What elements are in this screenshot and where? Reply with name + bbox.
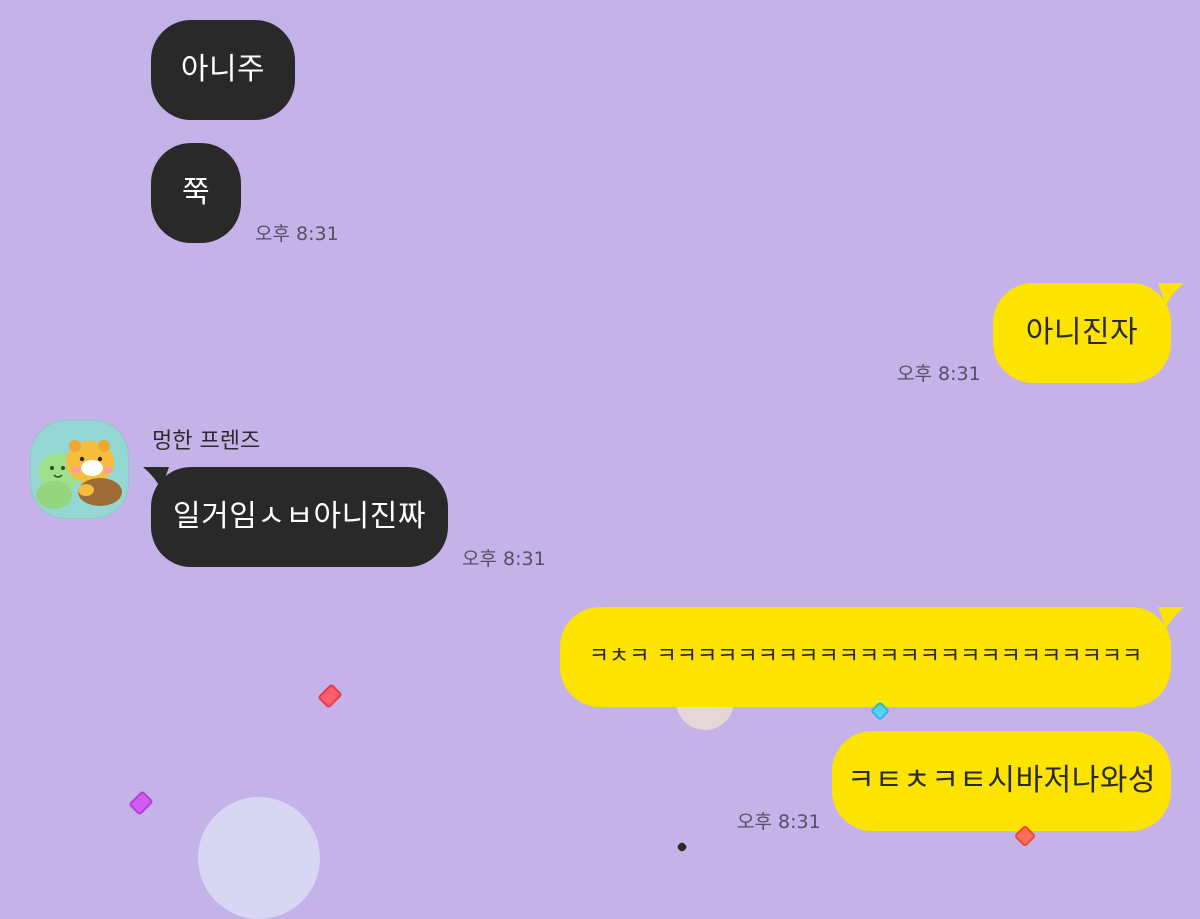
- confetti-piece: [128, 790, 154, 816]
- message-bubble-received[interactable]: 일거임ㅅㅂ아니진짜: [151, 467, 448, 567]
- message-text: 쭉: [181, 175, 211, 210]
- message-bubble-sent[interactable]: ㅋㅌㅊㅋㅌ시바저나와성: [832, 731, 1171, 831]
- effect-bubble: [198, 797, 320, 919]
- message-text: ㅋㅌㅊㅋㅌ시바저나와성: [846, 763, 1157, 798]
- message-bubble-sent[interactable]: 아니진자: [993, 283, 1171, 383]
- message-text: ㅋㅊㅋ ㅋㅋㅋㅋㅋㅋㅋㅋㅋㅋㅋㅋㅋㅋㅋㅋㅋㅋㅋㅋㅋㅋㅋㅋ: [588, 644, 1143, 669]
- message-text: 아니진자: [1025, 315, 1139, 350]
- sender-name: 멍한 프렌즈: [152, 429, 261, 454]
- message-bubble-received[interactable]: 아니주: [151, 20, 295, 120]
- message-timestamp: 오후 8:31: [255, 223, 339, 245]
- confetti-piece: [676, 841, 688, 853]
- message-timestamp: 오후 8:31: [462, 548, 546, 570]
- message-timestamp: 오후 8:31: [897, 363, 981, 385]
- avatar-illustration: [36, 440, 122, 509]
- message-timestamp: 오후 8:31: [737, 811, 821, 833]
- message-bubble-sent[interactable]: ㅋㅊㅋ ㅋㅋㅋㅋㅋㅋㅋㅋㅋㅋㅋㅋㅋㅋㅋㅋㅋㅋㅋㅋㅋㅋㅋㅋ: [560, 607, 1171, 707]
- message-text: 일거임ㅅㅂ아니진짜: [173, 499, 426, 534]
- confetti-piece: [317, 683, 343, 709]
- bubble-tail: [1158, 607, 1184, 629]
- chat-room: 아니주 쭉 오후 8:31 아니진자 오후 8:31 멍한 프렌즈 일거임ㅅㅂ아…: [0, 0, 1200, 919]
- message-text: 아니주: [180, 52, 266, 87]
- bubble-tail: [1158, 283, 1184, 305]
- friends-avatar-icon[interactable]: [30, 420, 129, 519]
- bubble-tail: [143, 467, 169, 489]
- message-bubble-received[interactable]: 쭉: [151, 143, 241, 243]
